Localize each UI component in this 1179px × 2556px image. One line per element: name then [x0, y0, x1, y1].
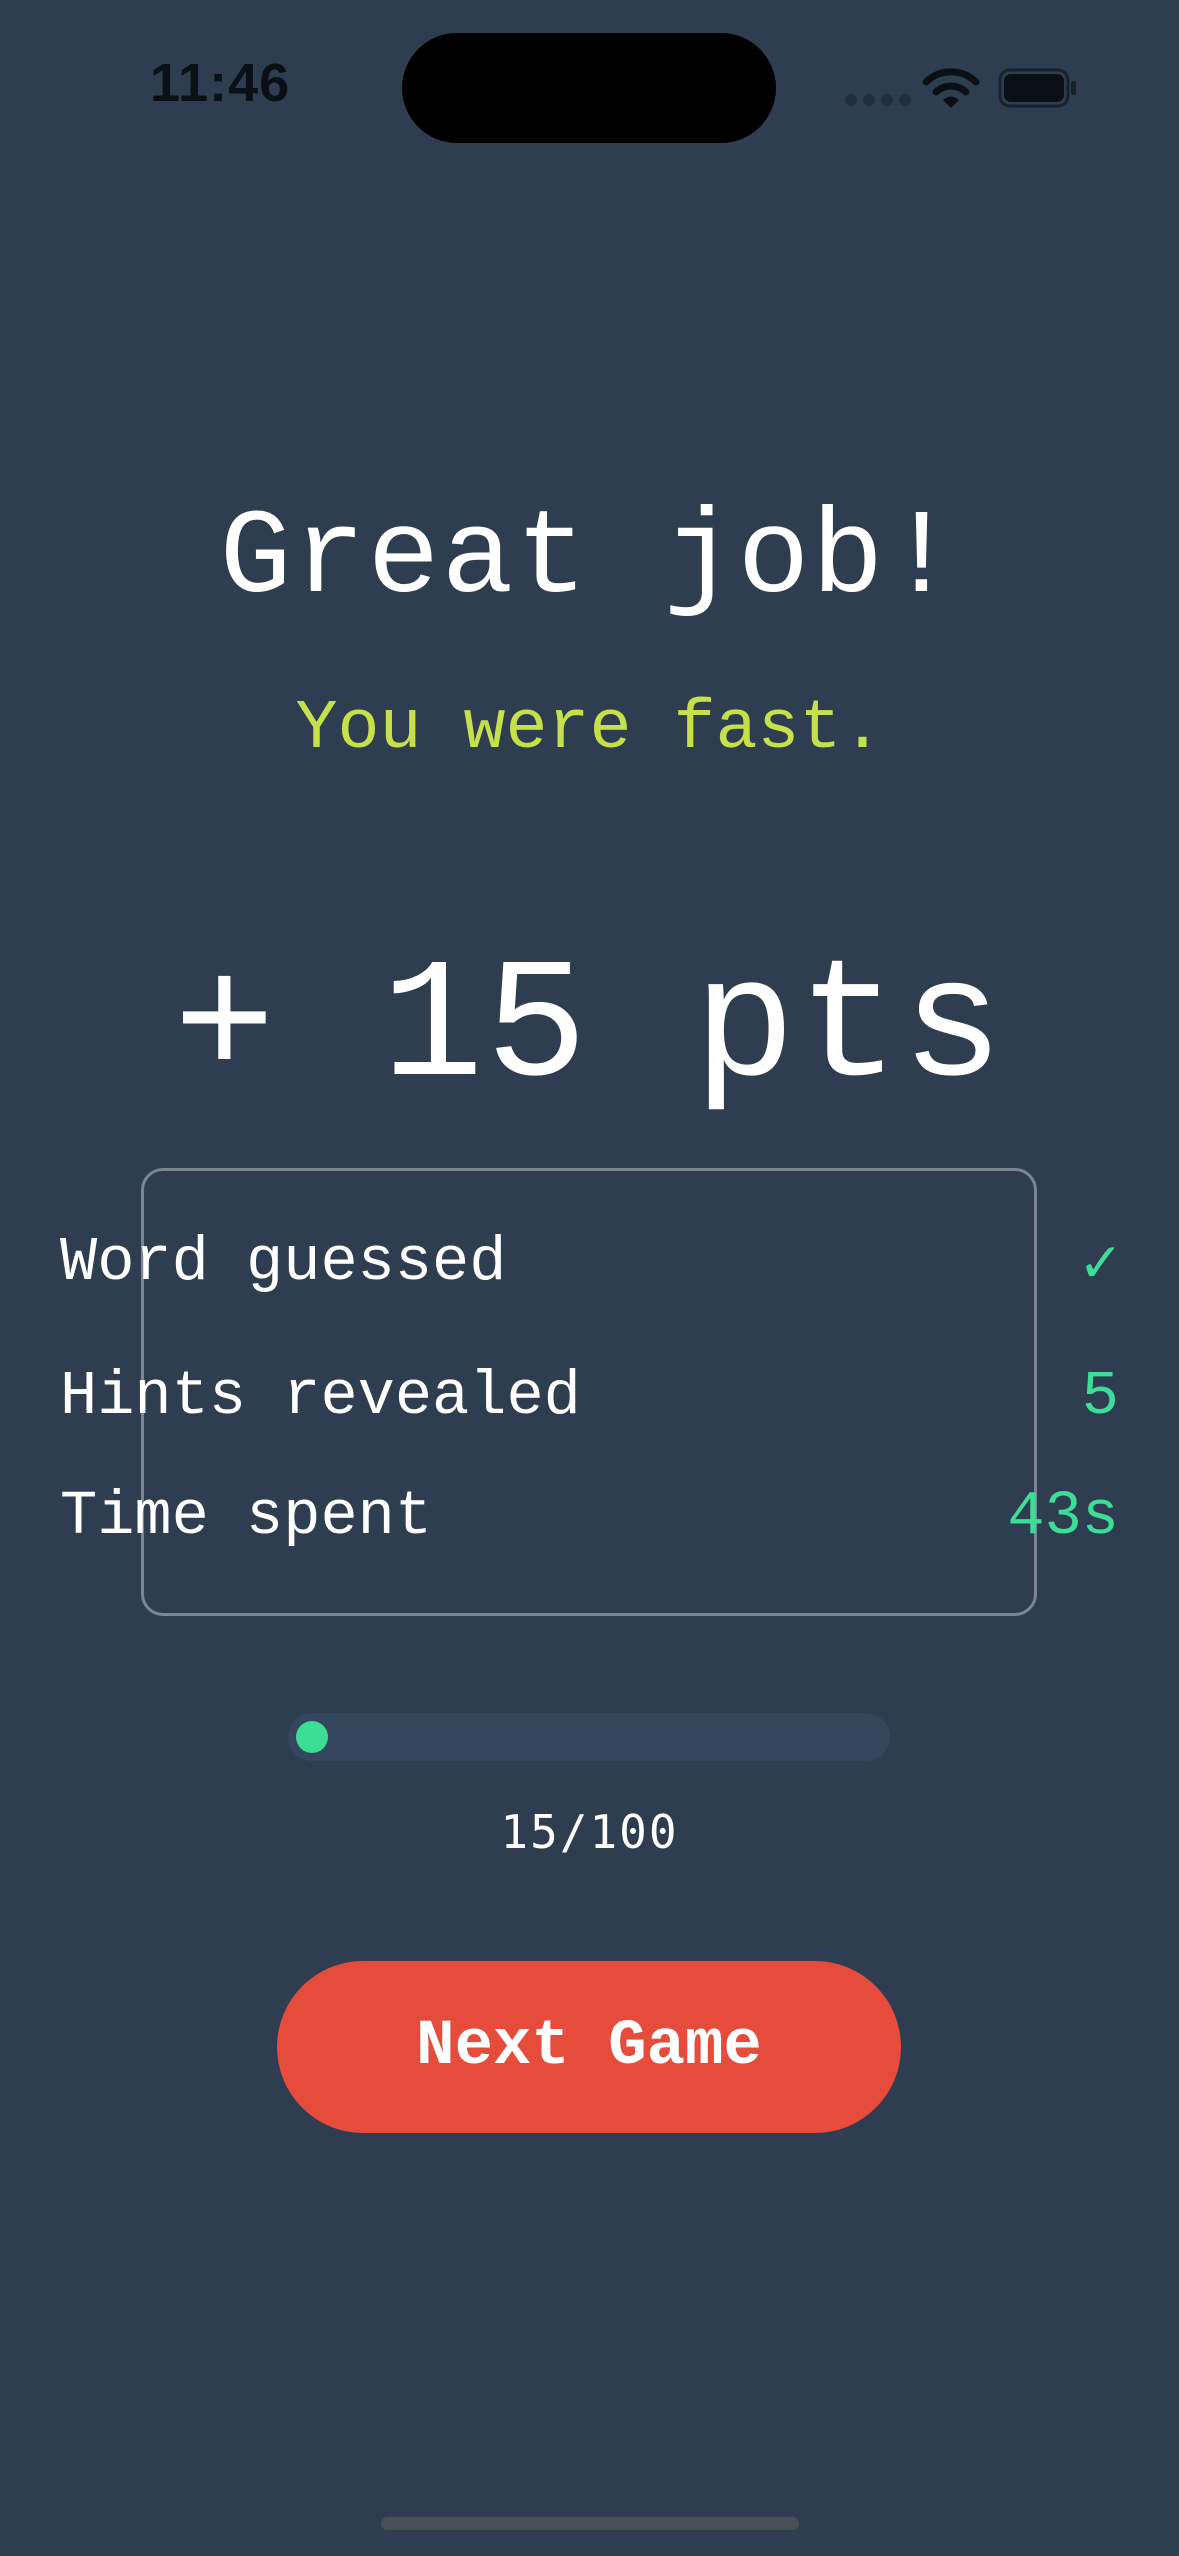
- wifi-icon: [922, 68, 980, 108]
- progress-fill: [296, 1721, 328, 1753]
- stat-value: 5: [1081, 1360, 1119, 1432]
- home-indicator[interactable]: [381, 2517, 799, 2530]
- stat-row-hints-revealed: Hints revealed 5: [60, 1356, 1119, 1436]
- stat-label: Time spent: [60, 1480, 433, 1552]
- battery-icon: [998, 68, 1076, 108]
- progress-text: 15/100: [500, 1805, 679, 1859]
- stat-label: Word guessed: [60, 1226, 507, 1298]
- stat-value: 43s: [1007, 1480, 1119, 1552]
- next-game-button[interactable]: Next Game: [277, 1961, 901, 2133]
- progress-bar: [288, 1713, 890, 1761]
- stat-row-word-guessed: Word guessed ✓: [60, 1222, 1119, 1302]
- stat-row-time-spent: Time spent 43s: [60, 1476, 1119, 1556]
- status-time: 11:46: [150, 53, 291, 113]
- signal-dots-icon: [845, 94, 911, 106]
- check-icon: ✓: [1081, 1229, 1119, 1301]
- dynamic-island: [402, 33, 776, 143]
- stat-label: Hints revealed: [60, 1360, 581, 1432]
- points-earned: + 15 pts: [173, 933, 1006, 1126]
- status-bar: 11:46: [0, 0, 1179, 170]
- result-subheadline: You were fast.: [295, 690, 884, 769]
- result-headline: Great job!: [219, 492, 960, 628]
